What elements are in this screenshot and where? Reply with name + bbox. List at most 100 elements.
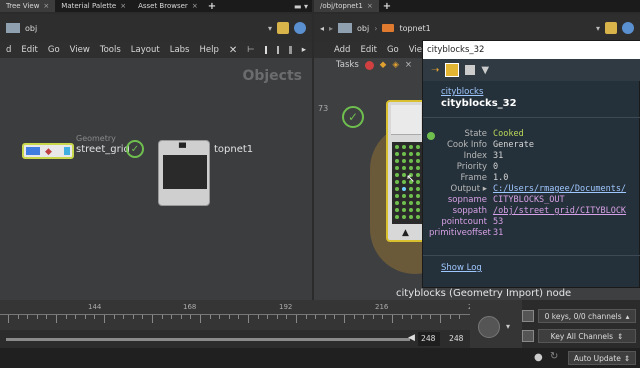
topnet-node[interactable]: ▀ xyxy=(158,140,210,206)
menu-tools[interactable]: Tools xyxy=(100,45,121,55)
add-tab-icon[interactable]: + xyxy=(204,1,220,12)
close-icon[interactable]: × xyxy=(43,2,49,10)
work-item-dot[interactable] xyxy=(409,215,413,219)
tab-obj-topnet1[interactable]: /obj/topnet1 × xyxy=(314,0,379,12)
work-item-dot[interactable] xyxy=(402,187,406,191)
work-item-dot[interactable] xyxy=(395,180,399,184)
work-item-dot[interactable] xyxy=(416,208,420,212)
work-item-dot[interactable] xyxy=(409,201,413,205)
wrench-icon[interactable]: ✕ xyxy=(229,45,237,56)
generate-icon[interactable]: ◈ xyxy=(392,60,399,70)
menu-d[interactable]: d xyxy=(6,45,11,55)
tab-tree-view[interactable]: Tree View × xyxy=(0,0,56,12)
back-arrow-icon[interactable]: ◂ xyxy=(320,24,324,33)
keys-channels-button[interactable]: 0 keys, 0/0 channels ▴ xyxy=(538,309,636,323)
work-item-dot[interactable] xyxy=(416,152,420,156)
work-item-dot[interactable] xyxy=(402,152,406,156)
filter-icon[interactable]: ▼ xyxy=(481,65,489,76)
display-flag-icon[interactable]: ✓ xyxy=(342,106,364,128)
refresh-icon[interactable]: ↻ xyxy=(550,351,558,362)
work-item-dot[interactable] xyxy=(409,166,413,170)
cityblocks-node[interactable]: ▲ xyxy=(386,100,426,242)
copy-icon[interactable] xyxy=(465,65,476,75)
menu-edit[interactable]: Edit xyxy=(21,45,37,55)
playback-controls[interactable]: ▾ xyxy=(470,300,522,348)
timeline-bar[interactable]: 144 168 192 216 2 xyxy=(0,300,472,330)
notes-icon[interactable] xyxy=(445,63,460,77)
forward-arrow-icon[interactable]: ▸ xyxy=(329,24,333,33)
menu-edit[interactable]: Edit xyxy=(360,45,376,55)
work-item-dot[interactable] xyxy=(395,159,399,163)
path-obj[interactable]: obj xyxy=(357,24,369,33)
frame-end-field[interactable]: 248 xyxy=(446,332,468,346)
dropdown-icon[interactable]: ▾ xyxy=(506,322,510,331)
work-item-dot[interactable] xyxy=(402,194,406,198)
work-item-dot[interactable] xyxy=(416,194,420,198)
tab-asset-browser[interactable]: Asset Browser × xyxy=(132,0,204,12)
work-item-dot[interactable] xyxy=(395,166,399,170)
work-item-dot[interactable] xyxy=(402,201,406,205)
menu-layout[interactable]: Layout xyxy=(131,45,160,55)
work-item-dot[interactable] xyxy=(416,159,420,163)
work-item-dot[interactable] xyxy=(402,215,406,219)
work-item-dot[interactable] xyxy=(416,173,420,177)
work-item-dot[interactable] xyxy=(402,166,406,170)
work-item-dot[interactable] xyxy=(395,194,399,198)
display-flag-icon[interactable]: ✓ xyxy=(126,140,144,158)
work-item-dot[interactable] xyxy=(416,145,420,149)
menu-go[interactable]: Go xyxy=(48,45,60,55)
work-item-dot[interactable] xyxy=(395,187,399,191)
parent-link[interactable]: cityblocks xyxy=(441,87,483,97)
work-item-dot[interactable] xyxy=(416,187,420,191)
work-item-dot[interactable] xyxy=(409,194,413,198)
path-dropdown-icon[interactable]: ▾ xyxy=(596,24,600,33)
work-item-dot[interactable] xyxy=(402,145,406,149)
close-icon[interactable]: × xyxy=(192,2,198,10)
work-item-dot[interactable] xyxy=(395,173,399,177)
menu-go[interactable]: Go xyxy=(387,45,399,55)
menu-help[interactable]: Help xyxy=(199,45,218,55)
output-link[interactable]: C:/Users/rmagee/Documents/ xyxy=(493,184,626,195)
playback-dial-icon[interactable] xyxy=(478,316,500,338)
work-item-dot[interactable] xyxy=(409,145,413,149)
auto-update-button[interactable]: Auto Update ⇕ xyxy=(568,351,636,365)
work-item-dot[interactable] xyxy=(395,145,399,149)
pane-menu-icon[interactable]: ▬ ▾ xyxy=(294,2,312,11)
geometry-node[interactable]: ◆ xyxy=(22,143,74,159)
work-item-dot[interactable] xyxy=(409,152,413,156)
close-icon[interactable]: × xyxy=(405,60,412,70)
key-all-channels-button[interactable]: Key All Channels ⇕ xyxy=(538,329,636,343)
chat-icon[interactable]: ● xyxy=(534,352,543,363)
range-handle-icon[interactable]: ◀ xyxy=(408,333,415,343)
range-bar[interactable]: ◀ 248 248 xyxy=(0,330,470,348)
overflow-icon[interactable]: ▸ xyxy=(302,45,306,55)
key-icon[interactable] xyxy=(522,310,534,322)
menu-view[interactable]: View xyxy=(70,45,90,55)
work-item-dot[interactable] xyxy=(395,208,399,212)
range-slider[interactable] xyxy=(6,338,410,341)
work-item-dot[interactable] xyxy=(416,215,420,219)
tab-material-palette[interactable]: Material Palette × xyxy=(55,0,132,12)
keyframe-icon[interactable] xyxy=(522,330,534,342)
work-item-dot[interactable] xyxy=(395,201,399,205)
work-item-dot[interactable] xyxy=(409,159,413,163)
path-obj[interactable]: obj xyxy=(25,24,37,33)
link-icon[interactable] xyxy=(294,22,306,34)
list-icon[interactable] xyxy=(277,46,280,54)
path-dropdown-icon[interactable]: ▾ xyxy=(268,24,272,33)
path-topnet1[interactable]: topnet1 xyxy=(399,24,430,33)
show-log-link[interactable]: Show Log xyxy=(441,263,482,273)
expand-arrow-icon[interactable]: ▲ xyxy=(402,228,409,238)
add-tab-icon[interactable]: + xyxy=(379,1,395,12)
grid-icon[interactable] xyxy=(264,46,268,54)
pin-icon[interactable] xyxy=(277,22,289,34)
pin-icon[interactable]: ➝ xyxy=(431,65,439,76)
work-item-dot[interactable] xyxy=(409,187,413,191)
work-item-dot[interactable] xyxy=(395,152,399,156)
menu-add[interactable]: Add xyxy=(334,45,350,55)
work-item-dot[interactable] xyxy=(402,159,406,163)
work-item-dot[interactable] xyxy=(395,215,399,219)
close-icon[interactable]: × xyxy=(367,2,373,10)
pin-icon[interactable] xyxy=(605,22,617,34)
work-item-dot[interactable] xyxy=(416,201,420,205)
